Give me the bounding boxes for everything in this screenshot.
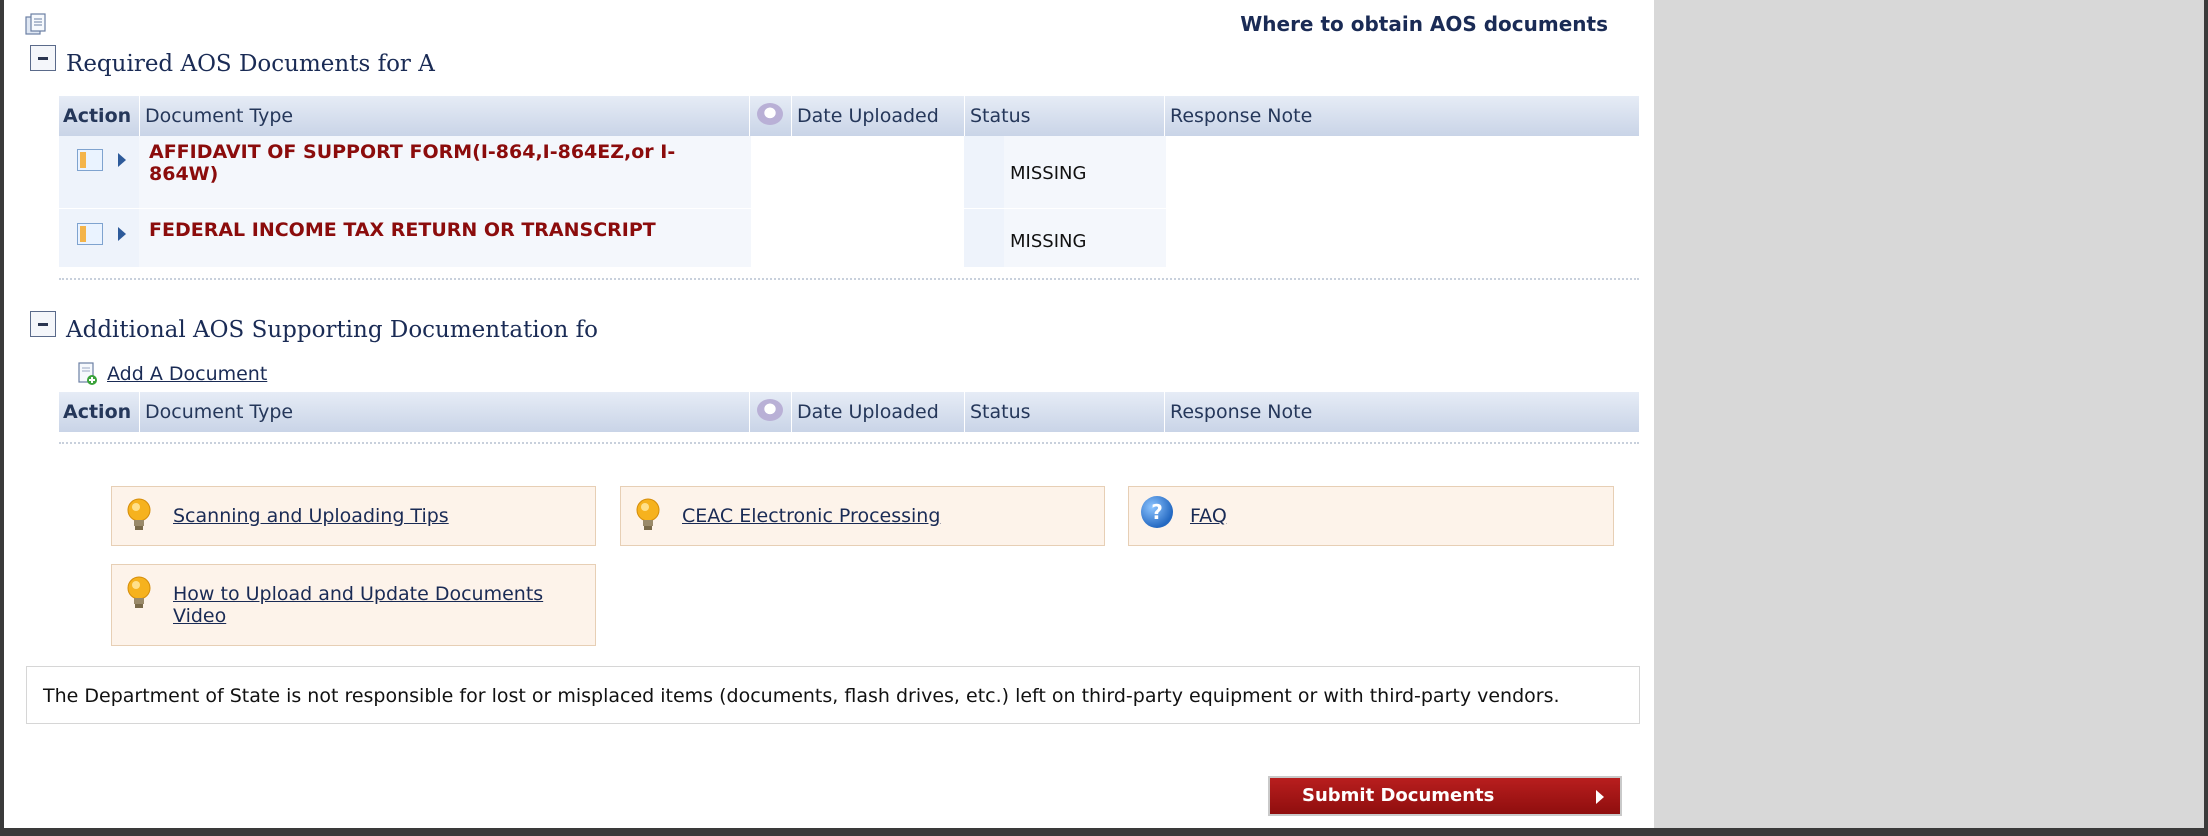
collapse-additional-button[interactable] <box>30 311 56 337</box>
add-document-icon[interactable] <box>78 362 98 386</box>
document-type-cell: AFFIDAVIT OF SUPPORT FORM(I-864,I-864EZ,… <box>149 141 749 185</box>
tip-scanning-box[interactable]: Scanning and Uploading Tips <box>111 486 596 546</box>
lightbulb-icon <box>127 576 151 608</box>
expand-arrow-icon[interactable] <box>118 227 126 241</box>
additional-table-header: Action Document Type Date Uploaded Statu… <box>59 392 1639 432</box>
document-type-line: AFFIDAVIT OF SUPPORT FORM(I-864,I-864EZ,… <box>149 141 676 163</box>
column-document-type: Document Type <box>145 401 294 423</box>
disclaimer-text: The Department of State is not responsib… <box>26 666 1640 724</box>
required-table-header: Action Document Type Date Uploaded Statu… <box>59 96 1639 136</box>
status-cell: MISSING <box>1010 231 1087 252</box>
page-frame: Where to obtain AOS documents Required A… <box>4 0 2204 828</box>
status-cell: MISSING <box>1010 163 1087 184</box>
section-divider <box>59 278 1639 280</box>
submit-label: Submit Documents <box>1302 785 1495 806</box>
column-date-uploaded: Date Uploaded <box>797 105 939 127</box>
upload-video-link[interactable]: How to Upload and Update Documents Video <box>173 583 543 627</box>
column-date-uploaded: Date Uploaded <box>797 401 939 423</box>
table-row: AFFIDAVIT OF SUPPORT FORM(I-864,I-864EZ,… <box>59 136 1639 208</box>
section-divider <box>59 442 1639 444</box>
link-line[interactable]: How to Upload and Update Documents <box>173 583 543 605</box>
tip-ceac-box[interactable]: CEAC Electronic Processing <box>620 486 1105 546</box>
column-response-note: Response Note <box>1170 105 1313 127</box>
arrow-right-icon <box>1596 790 1604 804</box>
header-divider <box>1164 96 1165 136</box>
link-line[interactable]: Video <box>173 605 543 627</box>
comment-icon <box>757 399 783 421</box>
tip-faq-box[interactable]: ? FAQ <box>1128 486 1614 546</box>
column-action: Action <box>63 105 132 127</box>
view-document-icon[interactable] <box>77 149 103 171</box>
additional-section-title: Additional AOS Supporting Documentation … <box>66 317 598 343</box>
scanning-tips-link[interactable]: Scanning and Uploading Tips <box>173 505 449 527</box>
expand-arrow-icon[interactable] <box>118 153 126 167</box>
content-area: Where to obtain AOS documents Required A… <box>4 0 1654 828</box>
required-section-title: Required AOS Documents for A <box>66 51 435 77</box>
header-divider <box>139 392 140 432</box>
ceac-processing-link[interactable]: CEAC Electronic Processing <box>682 505 940 527</box>
submit-documents-button[interactable]: Submit Documents <box>1268 776 1622 816</box>
lightbulb-icon <box>636 498 660 530</box>
header-divider <box>964 96 965 136</box>
column-status: Status <box>970 401 1031 423</box>
column-status: Status <box>970 105 1031 127</box>
header-divider <box>964 392 965 432</box>
document-type-cell: FEDERAL INCOME TAX RETURN OR TRANSCRIPT <box>149 219 656 241</box>
header-divider <box>1164 392 1165 432</box>
where-to-obtain-link[interactable]: Where to obtain AOS documents <box>1240 12 1608 36</box>
tip-video-box[interactable]: How to Upload and Update Documents Video <box>111 564 596 646</box>
column-document-type: Document Type <box>145 105 294 127</box>
faq-link[interactable]: FAQ <box>1190 505 1227 527</box>
table-row: FEDERAL INCOME TAX RETURN OR TRANSCRIPT … <box>59 209 1639 267</box>
collapse-required-button[interactable] <box>30 45 56 71</box>
comment-icon <box>757 103 783 125</box>
header-divider <box>791 96 792 136</box>
add-document-link[interactable]: Add A Document <box>107 363 267 385</box>
header-divider <box>749 392 750 432</box>
column-response-note: Response Note <box>1170 401 1313 423</box>
lightbulb-icon <box>127 498 151 530</box>
column-action: Action <box>63 401 132 423</box>
header-divider <box>791 392 792 432</box>
print-documents-icon[interactable] <box>24 12 48 36</box>
question-icon: ? <box>1141 496 1173 528</box>
right-gray-panel <box>1654 0 2204 828</box>
header-divider <box>139 96 140 136</box>
header-divider <box>749 96 750 136</box>
view-document-icon[interactable] <box>77 223 103 245</box>
document-type-line: 864W) <box>149 163 219 185</box>
